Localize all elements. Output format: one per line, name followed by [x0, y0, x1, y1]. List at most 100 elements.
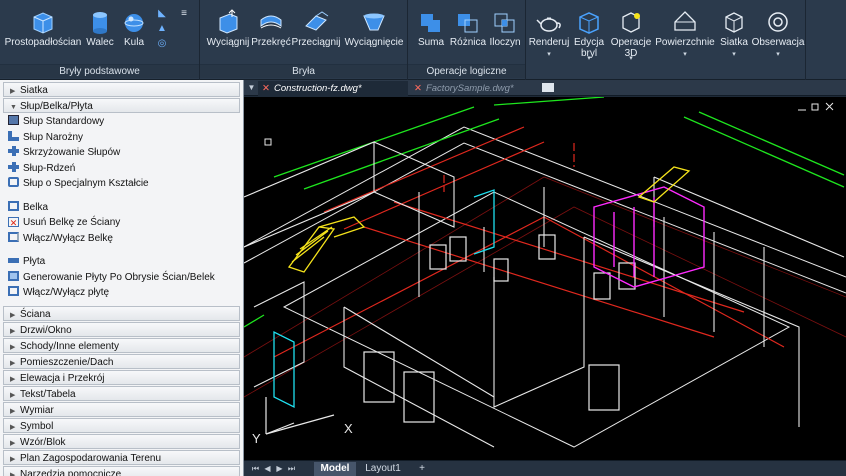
- column-cross-icon: [8, 146, 19, 156]
- floor-slab: [244, 126, 846, 448]
- surfaces-button[interactable]: Powierzchnie ▾: [654, 2, 716, 64]
- box-button[interactable]: Prostopadłościan: [2, 2, 84, 64]
- sweep-button[interactable]: Przeciągnij: [292, 2, 340, 64]
- tool-item[interactable]: Słup Standardowy: [0, 114, 243, 130]
- ribbon-group-boolean: Suma Różnica Iloczyn Operacje logiczne: [408, 0, 526, 80]
- tool-item[interactable]: Płyta: [0, 254, 243, 270]
- category-item[interactable]: ▶ Elewacja i Przekrój: [3, 369, 240, 385]
- category-siatka[interactable]: ▶ Siatka: [3, 82, 240, 97]
- last-layout-icon[interactable]: ⏭: [286, 463, 297, 474]
- drawing-viewport[interactable]: Y X: [244, 97, 846, 460]
- view-button[interactable]: Obserwacja ▾: [752, 2, 804, 64]
- primitive-small-tools: ◣ ▲ ◎: [155, 8, 169, 53]
- operations-3d-button[interactable]: Operacje 3D ▾: [608, 2, 654, 64]
- category-label: Ściana: [20, 308, 51, 320]
- category-slup[interactable]: ▼ Słup/Belka/Płyta: [3, 98, 240, 113]
- category-item[interactable]: ▶ Symbol: [3, 417, 240, 433]
- column-special-icon: [8, 177, 19, 187]
- document-tab-bar: ▼ ✕ Construction-fz.dwg* ✕ FactorySample.d…: [244, 80, 846, 96]
- subtract-button[interactable]: Różnica: [450, 2, 486, 64]
- tab-list-dropdown-icon[interactable]: ▼: [246, 82, 257, 93]
- operations-3d-dropdown-arrow[interactable]: ▾: [608, 54, 654, 62]
- view-dropdown-arrow[interactable]: ▾: [752, 50, 804, 58]
- render-label: Renderuj: [528, 37, 570, 48]
- document-area: ▼ ✕ Construction-fz.dwg* ✕ FactorySample.d…: [244, 80, 846, 476]
- cursor-marker: [264, 138, 272, 146]
- surfaces-icon: [674, 11, 696, 31]
- sphere-button[interactable]: Kula: [118, 2, 150, 64]
- teapot-icon: [536, 17, 561, 32]
- loft-button[interactable]: Wyciągnięcie: [344, 2, 404, 64]
- box-label: Prostopadłościan: [4, 37, 82, 48]
- intersect-icon: [494, 13, 515, 33]
- tool-item[interactable]: Słup-Rdzeń: [0, 161, 243, 177]
- stair-magenta: [593, 186, 705, 288]
- tool-item[interactable]: Słup o Specjalnym Kształcie: [0, 176, 243, 192]
- wedge-icon[interactable]: ◣: [155, 8, 169, 23]
- add-layout-button[interactable]: +: [412, 462, 432, 476]
- union-button[interactable]: Suma: [414, 2, 448, 64]
- expand-triangle-icon: ▶: [10, 407, 16, 415]
- expand-triangle-icon: ▶: [10, 311, 16, 319]
- tool-label: Włącz/Wyłącz Belkę: [23, 232, 113, 244]
- extrude-icon: [219, 9, 238, 34]
- tool-label: Płyta: [23, 256, 46, 267]
- restore-icon: [811, 103, 819, 111]
- tool-item[interactable]: Generowanie Płyty Po Obrysie Ścian/Belek: [0, 270, 243, 286]
- separator: [0, 301, 243, 305]
- prev-layout-icon[interactable]: ◀: [262, 463, 273, 474]
- tool-item[interactable]: Belka: [0, 200, 243, 216]
- first-layout-icon[interactable]: ⏮: [250, 463, 261, 474]
- solid-edit-button[interactable]: Edycja bryl ▾: [570, 2, 608, 64]
- cylinder-icon: [93, 12, 107, 34]
- category-item[interactable]: ▶ Drzwi/Okno: [3, 321, 240, 337]
- surfaces-label: Powierzchnie: [655, 37, 715, 48]
- mesh-button[interactable]: Siatka ▾: [718, 2, 750, 64]
- revolve-button[interactable]: Przekręć: [251, 2, 291, 64]
- axis-x-label: X: [344, 421, 353, 436]
- intersect-button[interactable]: Iloczyn: [488, 2, 522, 64]
- tab-layout1[interactable]: Layout1: [362, 462, 404, 476]
- group-title-solid: Bryła: [200, 64, 407, 78]
- viewport-window-controls[interactable]: [798, 102, 834, 111]
- category-item[interactable]: ▶ Wzór/Blok: [3, 433, 240, 449]
- extrude-button[interactable]: Wyciągnij: [206, 2, 250, 64]
- tab-model[interactable]: Model: [314, 462, 356, 476]
- solid-edit-dropdown-arrow[interactable]: ▾: [570, 54, 608, 62]
- category-item[interactable]: ▶ Tekst/Tabela: [3, 385, 240, 401]
- category-item[interactable]: ▶ Wymiar: [3, 401, 240, 417]
- tab-label: FactorySample.dwg*: [425, 83, 514, 94]
- close-icon[interactable]: ✕: [262, 83, 270, 94]
- category-item[interactable]: ▶ Schody/Inne elementy: [3, 337, 240, 353]
- expand-triangle-icon: ▶: [10, 423, 16, 431]
- sphere-label: Kula: [123, 37, 144, 48]
- tool-item[interactable]: Skrzyżowanie Słupów: [0, 145, 243, 161]
- tab-factory-sample[interactable]: ✕ FactorySample.dwg*: [410, 81, 530, 96]
- tab-construction[interactable]: ✕ Construction-fz.dwg*: [258, 81, 408, 96]
- tool-item[interactable]: Słup Narożny: [0, 130, 243, 146]
- lines-icon[interactable]: ≡: [177, 8, 191, 23]
- new-document-icon[interactable]: [542, 83, 554, 92]
- cone-icon[interactable]: ▲: [155, 23, 169, 38]
- separator: [0, 246, 243, 254]
- render-dropdown-arrow[interactable]: ▾: [528, 50, 570, 58]
- mesh-dropdown-arrow[interactable]: ▾: [718, 50, 750, 58]
- expand-triangle-icon: ▶: [10, 343, 16, 351]
- next-layout-icon[interactable]: ▶: [274, 463, 285, 474]
- category-item[interactable]: ▶ Narzędzia pomocnicze: [3, 465, 240, 476]
- cad-drawing[interactable]: Y X: [244, 97, 846, 460]
- surfaces-dropdown-arrow[interactable]: ▾: [654, 50, 716, 58]
- revolve-icon: [260, 15, 282, 29]
- tool-item[interactable]: Włącz/Wyłącz płytę: [0, 285, 243, 301]
- category-item[interactable]: ▶ Ściana: [3, 305, 240, 321]
- slab-generate-icon: [8, 270, 19, 281]
- tool-item[interactable]: Włącz/Wyłącz Belkę: [0, 231, 243, 247]
- render-button[interactable]: Renderuj ▾: [528, 2, 570, 64]
- torus-icon[interactable]: ◎: [155, 38, 169, 53]
- category-item[interactable]: ▶ Pomieszczenie/Dach: [3, 353, 240, 369]
- tool-item[interactable]: ✕ Usuń Belkę ze Ściany: [0, 215, 243, 231]
- cylinder-button[interactable]: Walec: [84, 2, 116, 64]
- category-label: Drzwi/Okno: [20, 324, 72, 336]
- category-item[interactable]: ▶ Plan Zagospodarowania Terenu: [3, 449, 240, 465]
- close-icon[interactable]: ✕: [414, 83, 422, 94]
